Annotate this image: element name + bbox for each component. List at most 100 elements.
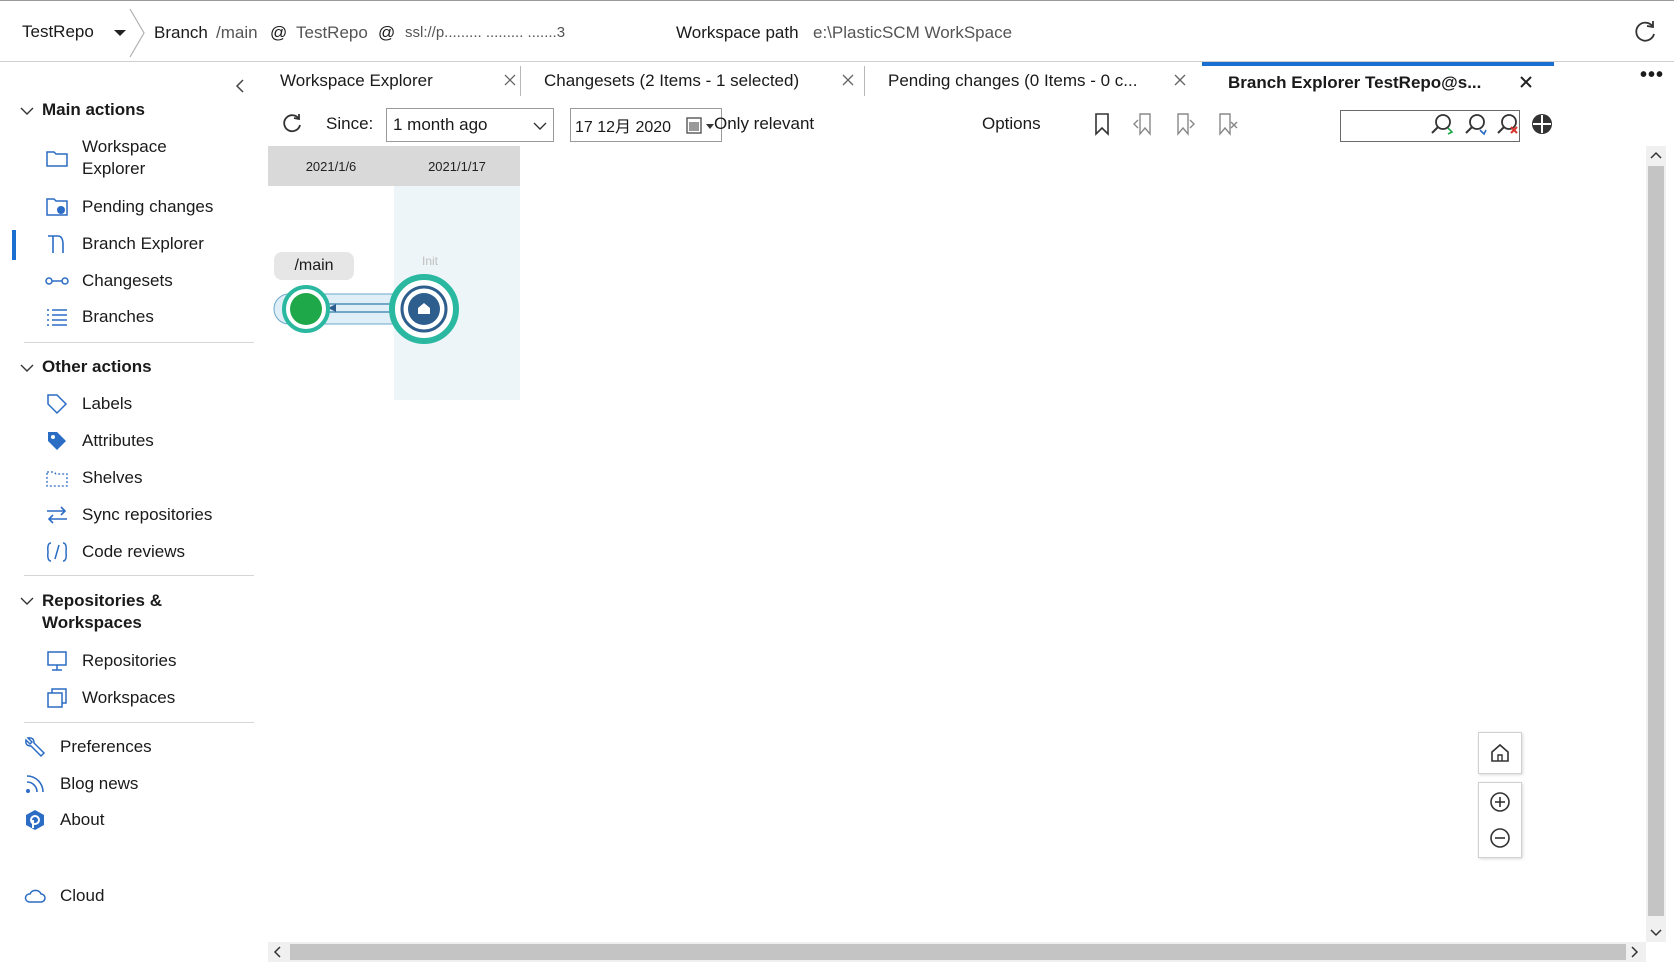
tag-icon xyxy=(44,392,70,416)
branch-value: /main xyxy=(216,23,258,42)
zoom-controls xyxy=(1478,782,1522,858)
home-icon xyxy=(1491,743,1509,762)
top-bar: TestRepo Branch /main @ TestRepo @ ssl:/… xyxy=(0,0,1674,62)
sidebar-item-about[interactable]: About xyxy=(22,808,104,832)
list-icon xyxy=(44,305,70,329)
sidebar-item-label: About xyxy=(60,810,105,829)
sidebar-item-workspace-explorer[interactable]: Workspace Explorer xyxy=(44,136,167,180)
chevron-down-icon xyxy=(20,364,34,372)
search-previous-icon[interactable] xyxy=(1430,112,1454,136)
sidebar-item-branches[interactable]: Branches xyxy=(44,305,154,329)
tab-bar: Workspace Explorer Changesets (2 Items -… xyxy=(268,62,1674,100)
other-actions-header[interactable]: Other actions xyxy=(20,357,152,377)
sidebar-item-repositories[interactable]: Repositories xyxy=(44,649,177,673)
close-icon[interactable] xyxy=(502,72,518,88)
branch-explorer-icon xyxy=(44,232,70,256)
refresh-icon[interactable] xyxy=(1632,19,1658,45)
branch-label: Branch xyxy=(154,23,208,42)
cloud-icon xyxy=(22,884,48,908)
tab-workspace-explorer[interactable]: Workspace Explorer xyxy=(280,62,516,100)
calendar-icon[interactable] xyxy=(685,116,717,136)
server-value: ssl://p......... ......... .......3 xyxy=(405,24,566,41)
tab-changesets[interactable]: Changesets (2 Items - 1 selected) xyxy=(544,62,854,100)
scroll-down-icon[interactable] xyxy=(1650,928,1662,938)
shelf-icon xyxy=(44,466,70,490)
sidebar-item-label: Code reviews xyxy=(82,542,185,561)
sidebar-item-label: Workspaces xyxy=(82,688,176,707)
sidebar-item-cloud[interactable]: Cloud xyxy=(22,884,104,908)
sidebar-item-label: Labels xyxy=(82,394,133,413)
rss-icon xyxy=(22,772,48,796)
bookmark-next-icon[interactable] xyxy=(1174,112,1198,136)
date-column-header: 2021/1/6 xyxy=(268,146,394,186)
scroll-right-icon[interactable] xyxy=(1630,946,1640,958)
sidebar-item-pending-changes[interactable]: Pending changes xyxy=(44,195,213,219)
date-column-header: 2021/1/17 xyxy=(394,146,520,186)
repositories-workspaces-label: Repositories & xyxy=(42,591,162,610)
repository-selector[interactable]: TestRepo xyxy=(10,15,136,49)
tab-separator xyxy=(864,66,865,96)
pending-changes-icon xyxy=(44,195,70,219)
scrollbar-thumb[interactable] xyxy=(290,944,1626,960)
bookmark-icon[interactable] xyxy=(1090,112,1114,136)
navigator-icon[interactable] xyxy=(1530,112,1554,136)
main-actions-header[interactable]: Main actions xyxy=(20,100,145,120)
branch-graph xyxy=(273,274,459,344)
workspaces-icon xyxy=(44,686,70,710)
folder-icon xyxy=(44,146,70,170)
scroll-up-icon[interactable] xyxy=(1650,150,1662,160)
code-review-icon xyxy=(44,540,70,564)
close-icon[interactable] xyxy=(840,72,856,88)
sidebar-item-workspaces[interactable]: Workspaces xyxy=(44,686,175,710)
at-sign: @ xyxy=(378,23,396,42)
tab-branch-explorer[interactable]: Branch Explorer TestRepo@s... xyxy=(1202,62,1554,100)
sidebar-item-label: Cloud xyxy=(60,886,105,905)
bookmark-previous-icon[interactable] xyxy=(1132,112,1156,136)
close-icon[interactable] xyxy=(1172,72,1188,88)
sidebar-item-label: Explorer xyxy=(82,159,146,178)
since-dropdown[interactable]: 1 month ago xyxy=(386,108,554,142)
divider xyxy=(24,575,254,576)
chevron-down-icon xyxy=(533,122,547,130)
divider xyxy=(24,342,254,343)
branch-explorer-canvas[interactable]: 2021/1/6 2021/1/17 /main Init xyxy=(268,146,1646,942)
zoom-out-icon[interactable] xyxy=(1489,827,1511,849)
chevron-down-icon xyxy=(20,597,34,605)
tab-pending-changes[interactable]: Pending changes (0 Items - 0 c... xyxy=(888,62,1186,100)
horizontal-scrollbar[interactable] xyxy=(268,942,1646,962)
more-tabs-icon[interactable]: ••• xyxy=(1640,64,1664,87)
attribute-tag-icon xyxy=(44,429,70,453)
date-picker[interactable]: 17 12月 2020 xyxy=(570,108,722,142)
search-clear-icon[interactable] xyxy=(1496,112,1520,136)
chevron-down-icon xyxy=(20,107,34,115)
wrench-icon xyxy=(22,735,48,759)
collapse-sidebar-icon[interactable] xyxy=(230,76,250,96)
sidebar-item-label: Blog news xyxy=(60,774,139,793)
close-icon[interactable] xyxy=(1518,74,1534,90)
zoom-in-icon[interactable] xyxy=(1489,791,1511,813)
sidebar-item-attributes[interactable]: Attributes xyxy=(44,429,154,453)
sidebar-item-code-reviews[interactable]: Code reviews xyxy=(44,540,185,564)
scroll-left-icon[interactable] xyxy=(272,946,282,958)
sidebar-item-sync-repositories[interactable]: Sync repositories xyxy=(44,503,212,527)
bookmark-clear-icon[interactable] xyxy=(1216,112,1240,136)
sidebar-item-branch-explorer[interactable]: Branch Explorer xyxy=(44,232,204,256)
options-button[interactable]: Options xyxy=(982,114,1041,134)
tab-label: Branch Explorer TestRepo@s... xyxy=(1228,73,1482,92)
search-next-icon[interactable] xyxy=(1464,112,1488,136)
sidebar: Main actions Workspace Explorer Pending … xyxy=(12,62,267,970)
sidebar-item-preferences[interactable]: Preferences xyxy=(22,735,152,759)
caret-down-icon xyxy=(114,30,126,36)
sidebar-item-labels[interactable]: Labels xyxy=(44,392,132,416)
repositories-workspaces-header[interactable]: Repositories & Workspaces xyxy=(20,590,162,634)
sidebar-item-blog-news[interactable]: Blog news xyxy=(22,772,138,796)
sidebar-item-shelves[interactable]: Shelves xyxy=(44,466,142,490)
only-relevant-toggle[interactable]: Only relevant xyxy=(714,114,814,134)
vertical-scrollbar[interactable] xyxy=(1646,146,1666,942)
refresh-icon[interactable] xyxy=(280,112,304,136)
home-view-button[interactable] xyxy=(1478,732,1522,774)
tab-label: Pending changes (0 Items - 0 c... xyxy=(888,71,1138,90)
breadcrumb-separator-icon xyxy=(129,8,145,58)
scrollbar-thumb[interactable] xyxy=(1648,166,1664,916)
sidebar-item-changesets[interactable]: Changesets xyxy=(44,269,173,293)
